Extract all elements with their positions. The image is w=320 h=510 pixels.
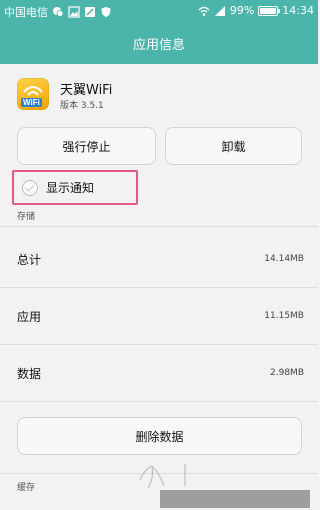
- page-title: 应用信息: [132, 38, 185, 53]
- row-label: 应用: [17, 309, 42, 324]
- checkbox-icon: [22, 179, 38, 196]
- app-icon-label: WiFi: [21, 98, 42, 107]
- battery-icon: [258, 5, 281, 16]
- uninstall-button[interactable]: 卸载: [165, 127, 302, 165]
- chat-icon: [53, 7, 64, 17]
- row-label: 总计: [17, 252, 42, 267]
- storage-row-data: 数据 2.98MB: [0, 345, 318, 401]
- divider: [0, 473, 318, 474]
- clear-data-label: 删除数据: [135, 429, 184, 444]
- uninstall-label: 卸载: [221, 139, 246, 154]
- row-value: 11.15MB: [264, 311, 304, 321]
- force-stop-label: 强行停止: [62, 139, 111, 154]
- show-notifications-label: 显示通知: [46, 181, 95, 195]
- shield-icon: [101, 7, 111, 17]
- signal-icon: [214, 5, 225, 16]
- divider: [0, 226, 318, 227]
- status-right: 99% 14:34: [198, 4, 314, 17]
- battery-percent: 99%: [229, 4, 255, 17]
- title-bar: 应用信息: [0, 23, 318, 64]
- status-left: 中国电信: [4, 4, 112, 20]
- cache-section-title: 缓存: [17, 483, 36, 493]
- app-icon: WiFi: [17, 78, 49, 110]
- cache-section-header: 缓存: [0, 480, 318, 493]
- storage-section-header: 存储: [0, 209, 318, 222]
- show-notifications-checkbox[interactable]: 显示通知: [12, 170, 138, 205]
- wifi-icon: [198, 6, 210, 16]
- clock: 14:34: [282, 4, 314, 17]
- status-bar: 中国电信 99% 14:34: [0, 0, 318, 23]
- app-version: 版本 3.5.1: [60, 101, 104, 111]
- app-notification-icon: [85, 7, 95, 17]
- image-icon: [68, 6, 80, 18]
- storage-section-title: 存储: [17, 212, 36, 222]
- app-header: WiFi 天翼WiFi 版本 3.5.1: [0, 64, 318, 124]
- divider: [0, 401, 318, 402]
- app-name: 天翼WiFi: [60, 83, 113, 98]
- storage-row-total: 总计 14.14MB: [0, 231, 318, 287]
- carrier-label: 中国电信: [4, 6, 48, 19]
- clear-data-button[interactable]: 删除数据: [17, 417, 302, 455]
- battery-fill: [260, 7, 277, 14]
- row-label: 数据: [17, 366, 42, 381]
- app-info-screen: 中国电信 99% 14:34 应用信息 WiFi 天翼WiFi 版本 3.5.1…: [0, 0, 318, 510]
- force-stop-button[interactable]: 强行停止: [17, 127, 156, 165]
- storage-row-app: 应用 11.15MB: [0, 288, 318, 344]
- row-value: 2.98MB: [270, 368, 304, 378]
- row-value: 14.14MB: [264, 254, 304, 264]
